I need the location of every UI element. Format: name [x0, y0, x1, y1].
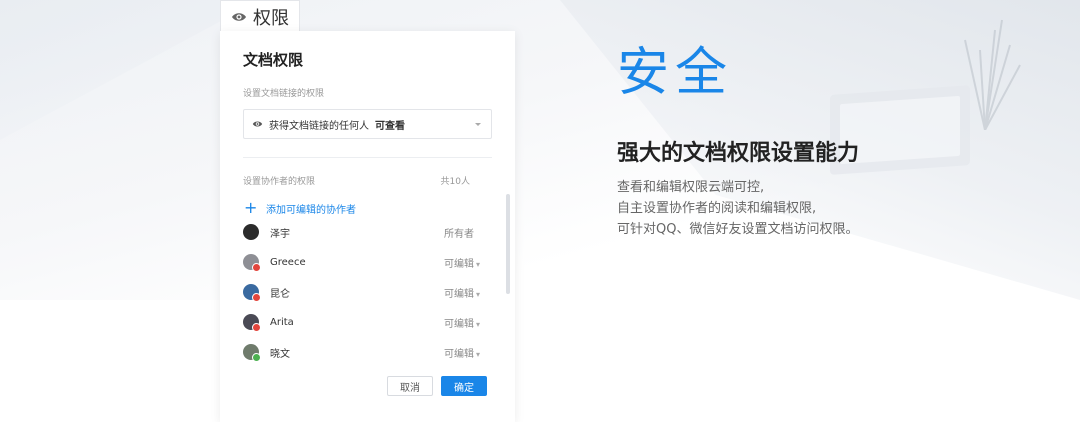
avatar	[243, 224, 259, 240]
member-name: 昆仑	[270, 288, 290, 300]
chevron-down-icon: ▾	[476, 319, 481, 329]
member-name: 晓文	[270, 348, 290, 360]
hero-description: 查看和编辑权限云端可控, 自主设置协作者的阅读和编辑权限, 可针对QQ、微信好友…	[617, 177, 858, 240]
member-row: 晓文 可编辑 ▾	[243, 337, 492, 367]
wechat-badge-icon	[252, 353, 261, 362]
qq-badge-icon	[252, 323, 261, 332]
qq-badge-icon	[252, 263, 261, 272]
member-permission-label: 所有者	[444, 228, 474, 240]
chevron-down-icon	[475, 123, 481, 126]
chevron-down-icon: ▾	[476, 259, 481, 269]
avatar	[243, 254, 261, 272]
dialog-footer: 取消 确定	[220, 376, 515, 398]
link-select-permission: 可查看	[375, 120, 405, 132]
divider	[243, 157, 492, 158]
permission-tab[interactable]: 权限	[220, 0, 300, 32]
hero-line: 自主设置协作者的阅读和编辑权限,	[617, 201, 817, 216]
hero-subtitle: 强大的文档权限设置能力	[617, 141, 860, 166]
cancel-button[interactable]: 取消	[387, 376, 433, 396]
link-permission-select[interactable]: 获得文档链接的任何人 可查看	[243, 109, 492, 139]
hero-title: 安全	[617, 43, 734, 103]
add-collaborator-label: 添加可编辑的协作者	[266, 204, 356, 216]
tab-label: 权限	[253, 7, 289, 29]
member-permission-select[interactable]: 可编辑 ▾	[444, 255, 492, 270]
collaborator-header: 设置协作者的权限 共10人	[243, 174, 492, 187]
add-collaborator-button[interactable]: + 添加可编辑的协作者	[243, 199, 492, 217]
member-list: 泽宇 所有者 Greece 可编辑 ▾ 昆仑 可编辑 ▾ Arita 可编辑 ▾ 晓文 可编辑 ▾	[243, 217, 492, 367]
member-permission-select[interactable]: 可编辑 ▾	[444, 345, 492, 360]
qq-badge-icon	[252, 293, 261, 302]
document-permission-dialog: 文档权限 设置文档链接的权限 获得文档链接的任何人 可查看 设置协作者的权限 共…	[220, 31, 515, 422]
link-section-label: 设置文档链接的权限	[243, 89, 325, 99]
member-name: Greece	[270, 256, 306, 268]
member-row: Arita 可编辑 ▾	[243, 307, 492, 337]
chevron-down-icon: ▾	[476, 289, 481, 299]
plus-icon: +	[244, 198, 258, 217]
dialog-title: 文档权限	[243, 51, 304, 69]
member-name: 泽宇	[270, 228, 290, 240]
avatar	[243, 314, 261, 332]
member-permission-label: 可编辑	[444, 288, 474, 300]
member-permission-label: 可编辑	[444, 258, 474, 270]
member-row: 昆仑 可编辑 ▾	[243, 277, 492, 307]
avatar	[243, 284, 261, 302]
member-row: 泽宇 所有者	[243, 217, 492, 247]
collaborator-count: 共10人	[440, 177, 470, 187]
scrollbar[interactable]	[506, 194, 510, 294]
member-name: Arita	[270, 316, 294, 328]
member-permission-label: 可编辑	[444, 318, 474, 330]
member-permission-select[interactable]: 可编辑 ▾	[444, 285, 492, 300]
hero-line: 查看和编辑权限云端可控,	[617, 180, 765, 195]
collab-section-label: 设置协作者的权限	[243, 177, 316, 187]
member-row: Greece 可编辑 ▾	[243, 247, 492, 277]
member-permission-label: 可编辑	[444, 348, 474, 360]
confirm-button[interactable]: 确定	[441, 376, 487, 396]
plant-decoration	[964, 19, 1021, 130]
hero-line: 可针对QQ、微信好友设置文档访问权限。	[617, 222, 859, 237]
avatar	[243, 344, 261, 362]
chevron-down-icon: ▾	[476, 349, 481, 359]
eye-icon	[252, 121, 263, 127]
link-select-text: 获得文档链接的任何人	[269, 120, 369, 132]
member-permission-select: 所有者	[444, 225, 492, 240]
member-permission-select[interactable]: 可编辑 ▾	[444, 315, 492, 330]
eye-icon	[232, 12, 246, 21]
